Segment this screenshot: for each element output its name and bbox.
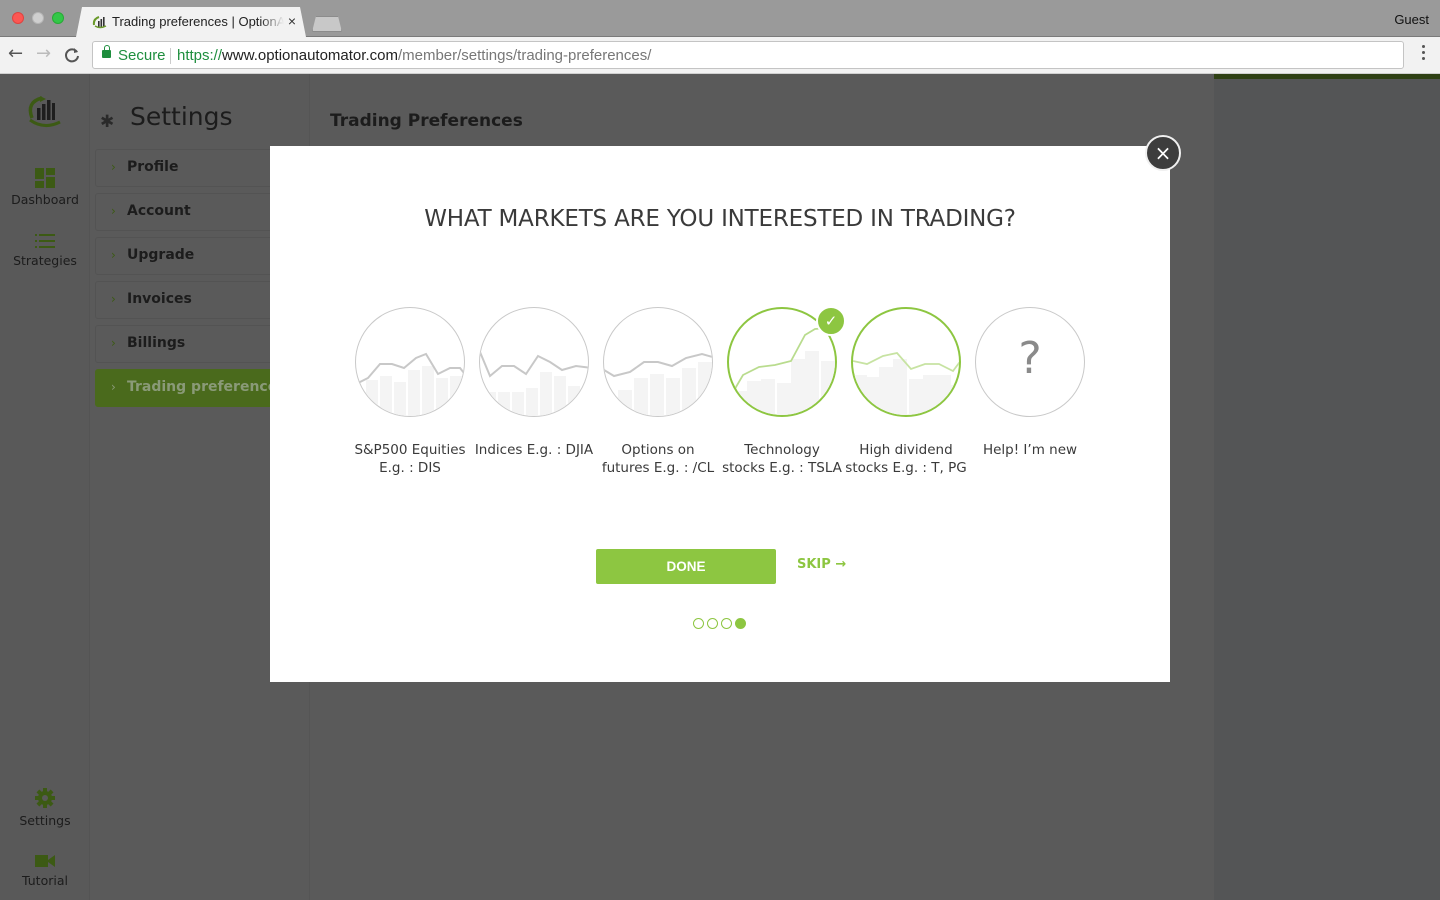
pager-dot-active[interactable] <box>735 618 746 629</box>
right-area <box>1214 79 1440 900</box>
market-label: Technology stocks E.g. : TSLA <box>722 442 842 476</box>
left-nav: Dashboard Strategies Settings Tutorial <box>0 74 90 900</box>
chevron-right-icon: › <box>111 248 116 262</box>
lock-icon <box>102 45 111 58</box>
markets-modal: WHAT MARKETS ARE YOU INTERESTED IN TRADI… <box>270 146 1170 682</box>
pager-dot[interactable] <box>721 618 732 629</box>
window-minimize-button[interactable] <box>32 12 44 24</box>
market-illustration <box>851 307 961 417</box>
address-separator <box>170 48 171 64</box>
indices-chart-icon <box>480 351 588 416</box>
url-scheme: https:// <box>177 47 223 64</box>
nav-settings-label: Settings <box>19 813 71 828</box>
profile-label[interactable]: Guest <box>1394 12 1429 27</box>
market-illustration: ? <box>975 307 1085 417</box>
market-options: S&P500 Equities E.g. : DIS Indices E.g. :… <box>348 306 1092 487</box>
list-icon <box>35 233 55 249</box>
checkmark-icon: ✓ <box>816 306 846 336</box>
video-camera-icon <box>35 853 55 869</box>
reload-icon[interactable] <box>64 44 80 69</box>
nav-strategies[interactable]: Strategies <box>0 233 90 268</box>
browser-menu-icon[interactable] <box>1422 45 1426 65</box>
high-dividend-chart-icon <box>853 352 959 415</box>
dashboard-icon <box>35 168 55 188</box>
page-title: Trading Preferences <box>330 111 523 131</box>
chevron-right-icon: › <box>111 160 116 174</box>
address-bar[interactable]: Secure https://www.optionautomator.com/m… <box>92 41 1404 69</box>
browser-tab[interactable]: Trading preferences | OptionAutomator × <box>76 7 306 37</box>
gear-icon <box>34 787 56 809</box>
market-illustration <box>603 307 713 417</box>
nav-dashboard[interactable]: Dashboard <box>0 168 90 207</box>
chevron-right-icon: › <box>111 292 116 306</box>
pager-dot[interactable] <box>693 618 704 629</box>
url-path: /member/settings/trading-preferences/ <box>397 47 652 64</box>
nav-tutorial-label: Tutorial <box>22 873 68 888</box>
menu-label: Upgrade <box>127 247 195 263</box>
market-high-dividend[interactable]: High dividend stocks E.g. : T, PG <box>844 307 968 477</box>
window-maximize-button[interactable] <box>52 12 64 24</box>
market-label: High dividend stocks E.g. : T, PG <box>845 442 967 476</box>
market-indices[interactable]: Indices E.g. : DJIA <box>472 307 596 459</box>
optionautomator-favicon-icon <box>92 15 108 29</box>
menu-label: Invoices <box>127 291 192 307</box>
url-text[interactable]: https://www.optionautomator.com/member/s… <box>177 47 651 64</box>
modal-close-button[interactable]: × <box>1145 135 1181 171</box>
nav-strategies-label: Strategies <box>13 253 77 268</box>
market-label: Options on futures E.g. : /CL <box>601 442 715 476</box>
chevron-right-icon: › <box>111 204 116 218</box>
settings-gear-icon: ✱ <box>100 112 115 132</box>
step-pager <box>693 618 749 630</box>
forward-arrow-icon[interactable]: → <box>36 44 51 64</box>
market-label: S&P500 Equities E.g. : DIS <box>354 442 466 476</box>
pager-dot[interactable] <box>707 618 718 629</box>
market-sp500[interactable]: S&P500 Equities E.g. : DIS <box>348 307 472 477</box>
market-futures[interactable]: Options on futures E.g. : /CL <box>596 307 720 477</box>
modal-title: WHAT MARKETS ARE YOU INTERESTED IN TRADI… <box>424 206 1016 232</box>
market-illustration <box>355 307 465 417</box>
market-help-new[interactable]: ? Help! I’m new <box>968 307 1092 459</box>
tab-title: Trading preferences | OptionAutomator <box>112 14 284 29</box>
market-illustration <box>479 307 589 417</box>
settings-title: Settings <box>130 102 233 131</box>
secure-label: Secure <box>118 47 166 64</box>
tab-close-icon[interactable]: × <box>288 13 296 29</box>
new-tab-button[interactable] <box>312 16 342 32</box>
browser-titlebar: Trading preferences | OptionAutomator × … <box>0 0 1440 37</box>
futures-chart-icon <box>604 352 712 416</box>
url-host: www.optionautomator.com <box>222 47 398 64</box>
menu-label: Profile <box>127 159 179 175</box>
chevron-right-icon: › <box>111 380 116 394</box>
optionautomator-logo-icon <box>28 96 61 127</box>
menu-label: Trading preferences <box>127 379 286 395</box>
market-label: Help! I’m new <box>982 442 1078 458</box>
nav-dashboard-label: Dashboard <box>11 192 79 207</box>
market-technology[interactable]: ✓ Technology stocks E.g. : TSLA <box>720 306 846 477</box>
market-label: Indices E.g. : DJIA <box>474 442 594 458</box>
chevron-right-icon: › <box>111 336 116 350</box>
browser-toolbar: ← → Secure https://www.optionautomator.c… <box>0 37 1440 74</box>
nav-tutorial[interactable]: Tutorial <box>0 853 90 888</box>
window-close-button[interactable] <box>12 12 24 24</box>
nav-settings[interactable]: Settings <box>0 787 90 828</box>
question-mark-icon: ? <box>1018 333 1042 384</box>
done-button[interactable]: DONE <box>596 549 776 584</box>
menu-label: Account <box>127 203 191 219</box>
menu-label: Billings <box>127 335 186 351</box>
back-arrow-icon[interactable]: ← <box>8 44 23 64</box>
skip-link[interactable]: SKIP → <box>797 557 846 572</box>
sp500-chart-icon <box>356 352 464 416</box>
